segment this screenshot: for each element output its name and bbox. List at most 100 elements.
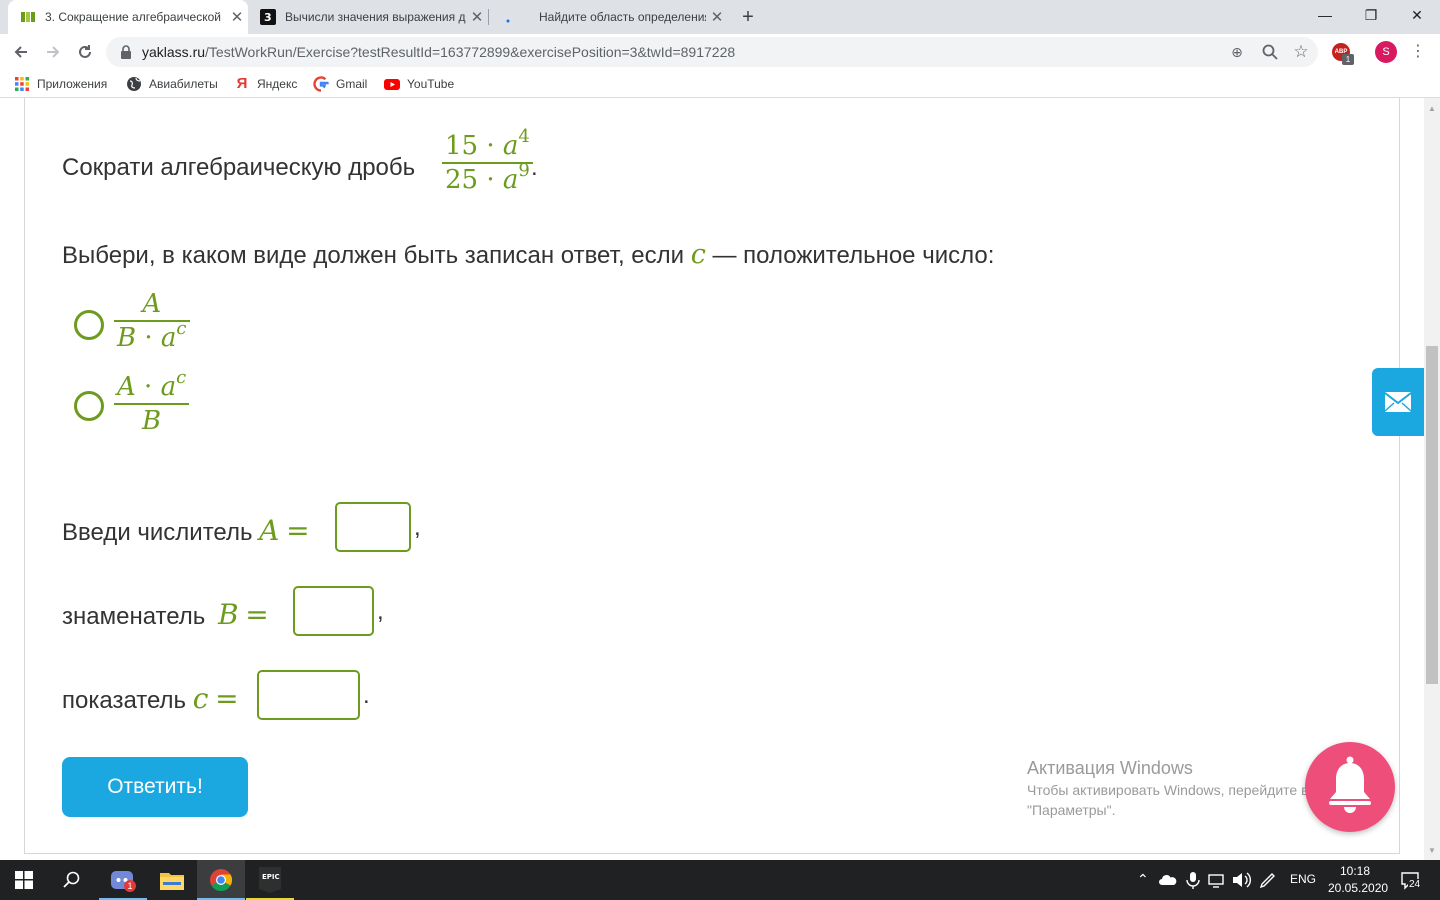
lock-icon [121, 45, 131, 59]
epic-games-icon: EPIC [259, 867, 281, 893]
option-2-denominator: B [142, 406, 162, 436]
activation-title: Активация Windows [1027, 758, 1193, 778]
profile-avatar[interactable]: S [1375, 41, 1397, 63]
discord-badge: 1 [124, 880, 136, 892]
arrow-left-icon [14, 46, 27, 58]
bell-icon [1329, 756, 1371, 813]
bookmark-gmail[interactable]: Gmail [313, 76, 367, 92]
youtube-icon [384, 79, 400, 90]
taskbar-explorer[interactable] [148, 860, 196, 900]
prompt-reduce: Сократи алгебраическую дробь [62, 154, 416, 181]
feedback-mail-button[interactable] [1372, 368, 1424, 436]
option-1-radio[interactable] [74, 310, 104, 340]
microphone-icon[interactable] [1183, 870, 1203, 890]
tab-strip: 3. Сокращение алгебраической ✕ 3 Вычисли… [0, 0, 1440, 34]
activation-line2: "Параметры". [1027, 802, 1116, 818]
loading-favicon-icon [506, 19, 510, 23]
exponent-row: показатель c = [62, 682, 239, 715]
bookmark-aviabilety[interactable]: Авиабилеты [126, 76, 218, 92]
tab-close-icon[interactable]: ✕ [466, 8, 488, 26]
onedrive-icon[interactable] [1158, 870, 1178, 890]
submit-button[interactable]: Ответить! [62, 757, 248, 817]
option-2-numerator: A · ac [117, 367, 187, 403]
forward-button[interactable] [40, 39, 66, 65]
option-2-fraction[interactable]: A · ac B [114, 367, 190, 437]
reload-button[interactable] [72, 39, 98, 65]
taskbar-discord[interactable]: 1 [99, 860, 147, 900]
minimize-button[interactable]: — [1302, 0, 1348, 30]
pen-icon[interactable] [1258, 870, 1278, 890]
yaklass-favicon-icon [21, 12, 35, 22]
apps-grid-icon [15, 77, 29, 91]
back-button[interactable] [8, 39, 34, 65]
tab-close-icon[interactable]: ✕ [226, 8, 248, 26]
volume-icon[interactable] [1231, 870, 1251, 890]
prompt-choose-form: Выбери, в каком виде должен быть записан… [62, 239, 995, 270]
option-1-fraction[interactable]: A B · ac [114, 288, 190, 354]
option-2-radio[interactable] [74, 391, 104, 421]
windows-logo-icon [15, 871, 33, 889]
numerator-input[interactable] [335, 502, 411, 552]
url-path: /TestWorkRun/Exercise?testResultId=16377… [205, 44, 736, 60]
browser-menu-icon[interactable]: ⋮ [1410, 41, 1426, 63]
chrome-icon [210, 869, 232, 891]
reload-icon [79, 45, 91, 58]
tab-close-icon[interactable]: ✕ [706, 8, 728, 26]
bookmark-apps[interactable]: Приложения [14, 76, 107, 92]
notification-bell-button[interactable] [1305, 742, 1395, 832]
new-tab-button[interactable]: + [736, 5, 760, 29]
given-fraction: 15 · a4 25 · a9 [442, 126, 533, 196]
page-scrollbar[interactable]: ▲ ▼ [1424, 98, 1440, 860]
svg-text:3: 3 [264, 11, 272, 24]
bookmark-label: YouTube [407, 77, 455, 91]
scroll-thumb[interactable] [1426, 346, 1438, 684]
install-app-icon[interactable]: ⊕ [1228, 43, 1246, 61]
bookmark-label: Яндекс [257, 77, 298, 91]
taskbar-epic-games[interactable]: EPIC [246, 860, 294, 900]
folder-icon [160, 873, 184, 890]
notification-count: 24 [1408, 879, 1422, 890]
globe-icon [127, 77, 141, 91]
zoom-icon[interactable] [1261, 43, 1279, 61]
scroll-up-icon[interactable]: ▲ [1424, 102, 1440, 116]
exercise-card [24, 98, 1400, 854]
start-button[interactable] [0, 860, 48, 900]
envelope-icon [1384, 392, 1412, 412]
clock-time[interactable]: 10:18 [1340, 864, 1370, 878]
extension-badge: 1 [1342, 54, 1354, 65]
maximize-button[interactable]: ❐ [1348, 0, 1394, 30]
network-icon[interactable] [1207, 870, 1227, 890]
address-bar[interactable]: yaklass.ru/TestWorkRun/Exercise?testResu… [106, 37, 1318, 67]
arrow-right-icon [47, 46, 60, 58]
google-icon [313, 76, 329, 92]
tab-title: Вычисли значения выражения д [285, 10, 466, 24]
windows-taskbar: 1 EPIC ⌃ ENG 10:18 20.05.2020 24 [0, 860, 1440, 900]
bookmark-yandex[interactable]: Я Яндекс [234, 76, 298, 92]
denominator-row: знаменатель B = [62, 598, 269, 631]
browser-toolbar: yaklass.ru/TestWorkRun/Exercise?testResu… [0, 34, 1440, 70]
search-button[interactable] [48, 860, 96, 900]
tab-active[interactable]: 3. Сокращение алгебраической ✕ [8, 0, 248, 34]
taskbar-chrome[interactable] [197, 860, 245, 900]
exponent-input[interactable] [257, 670, 360, 720]
denominator-input[interactable] [293, 586, 374, 636]
bookmark-star-icon[interactable]: ☆ [1292, 43, 1310, 61]
bookmark-youtube[interactable]: YouTube [384, 76, 454, 92]
clock-date[interactable]: 20.05.2020 [1328, 881, 1388, 895]
tab-3[interactable]: Найдите область определения ✕ [488, 0, 728, 34]
numerator-row: Введи числитель A = [62, 514, 310, 547]
svg-text:EPIC: EPIC [262, 873, 280, 881]
tab-2[interactable]: 3 Вычисли значения выражения д ✕ [248, 0, 488, 34]
bookmark-label: Приложения [37, 77, 108, 91]
search-icon [63, 871, 80, 888]
close-window-button[interactable]: ✕ [1394, 0, 1440, 30]
scroll-down-icon[interactable]: ▼ [1424, 844, 1440, 858]
tab-title: Найдите область определения [539, 10, 706, 24]
bookmarks-bar: Приложения Авиабилеты Я Яндекс Gmail You… [0, 70, 1440, 98]
prompt-period: . [531, 154, 538, 181]
tab-title: 3. Сокращение алгебраической [45, 10, 221, 24]
given-fraction-numerator: 15 · a4 [445, 126, 530, 162]
language-indicator[interactable]: ENG [1290, 872, 1316, 886]
comma: , [414, 514, 421, 541]
tray-chevron-icon[interactable]: ⌃ [1137, 871, 1149, 888]
